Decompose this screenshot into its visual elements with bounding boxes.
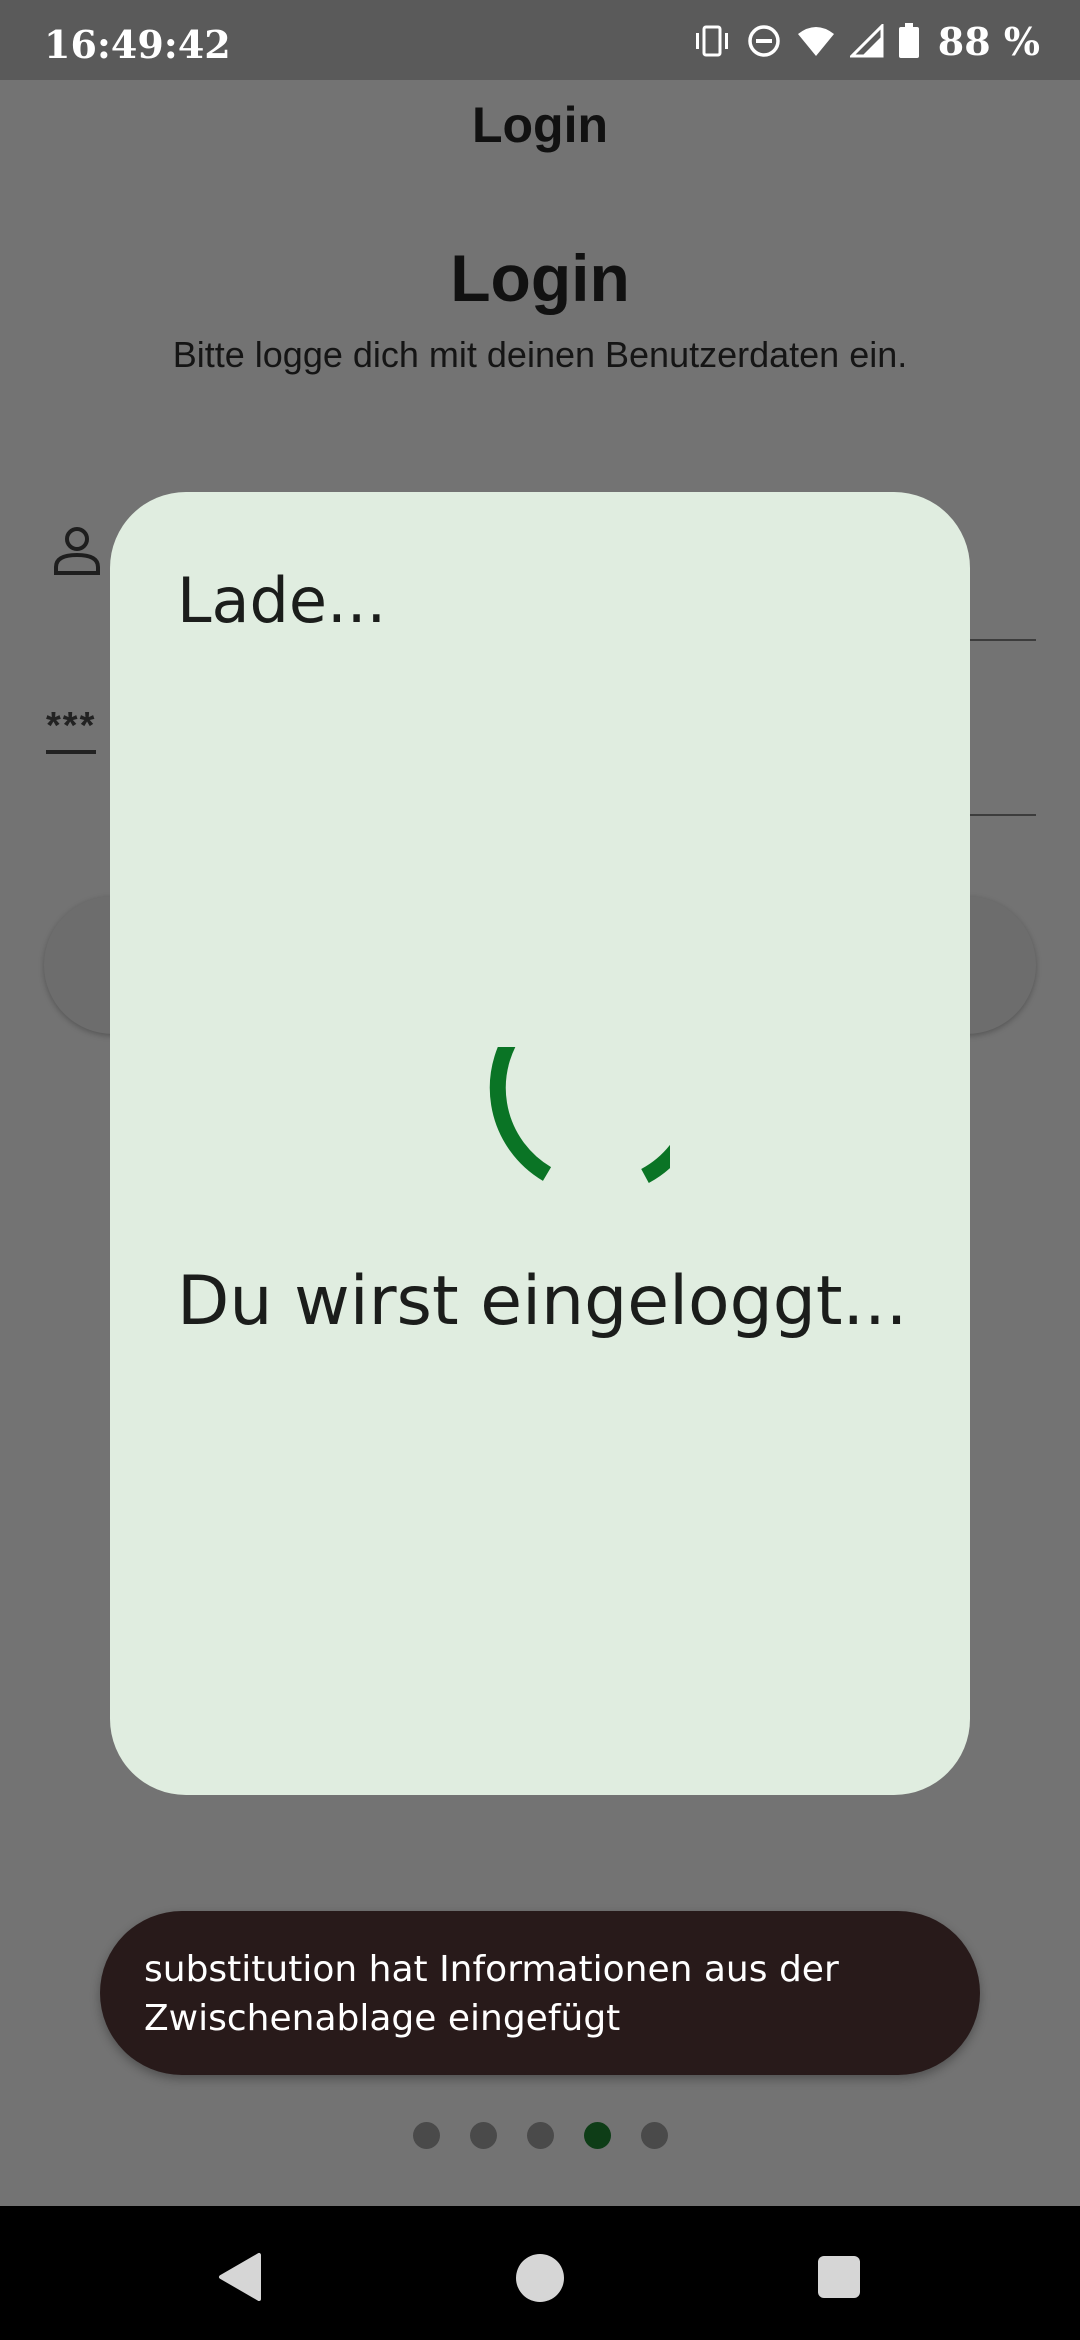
page-dot[interactable] <box>640 2122 668 2149</box>
navigation-bar <box>0 2206 1080 2340</box>
page-title: Login <box>450 241 630 315</box>
page-indicator <box>0 2122 1080 2149</box>
page-dot[interactable] <box>469 2122 497 2149</box>
battery-percent: 88 % <box>937 18 1040 64</box>
back-icon[interactable] <box>215 2251 263 2308</box>
do-not-disturb-icon <box>746 23 782 59</box>
password-field-underline[interactable] <box>960 814 1036 816</box>
clipboard-toast: substitution hat Informationen aus der Z… <box>100 1911 980 2075</box>
status-icons: 88 % <box>692 18 1040 64</box>
status-time: 16:49:42 <box>44 22 231 67</box>
page-dot-active[interactable] <box>583 2122 611 2149</box>
page-dot[interactable] <box>412 2122 440 2149</box>
dialog-message: Du wirst eingeloggt... <box>177 1262 908 1341</box>
cell-signal-icon <box>849 24 884 58</box>
home-icon[interactable] <box>516 2254 564 2302</box>
battery-icon <box>898 23 920 59</box>
appbar-title: Login <box>471 97 609 153</box>
page-subtitle: Bitte logge dich mit deinen Benutzerdate… <box>172 334 908 375</box>
user-icon <box>52 525 102 582</box>
toast-text: substitution hat Informationen aus der Z… <box>144 1949 839 2039</box>
status-bar: 16:49:42 88 % <box>0 0 1080 80</box>
recent-apps-icon[interactable] <box>818 2256 860 2298</box>
loading-dialog: Lade... Du wirst eingeloggt... <box>110 492 970 1795</box>
vibrate-icon <box>692 24 732 58</box>
dialog-title: Lade... <box>177 564 387 637</box>
username-field-underline[interactable] <box>960 639 1036 641</box>
wifi-icon <box>796 24 836 58</box>
password-icon: *** <box>46 705 97 754</box>
page-dot[interactable] <box>526 2122 554 2149</box>
loading-spinner-icon <box>430 979 706 1292</box>
